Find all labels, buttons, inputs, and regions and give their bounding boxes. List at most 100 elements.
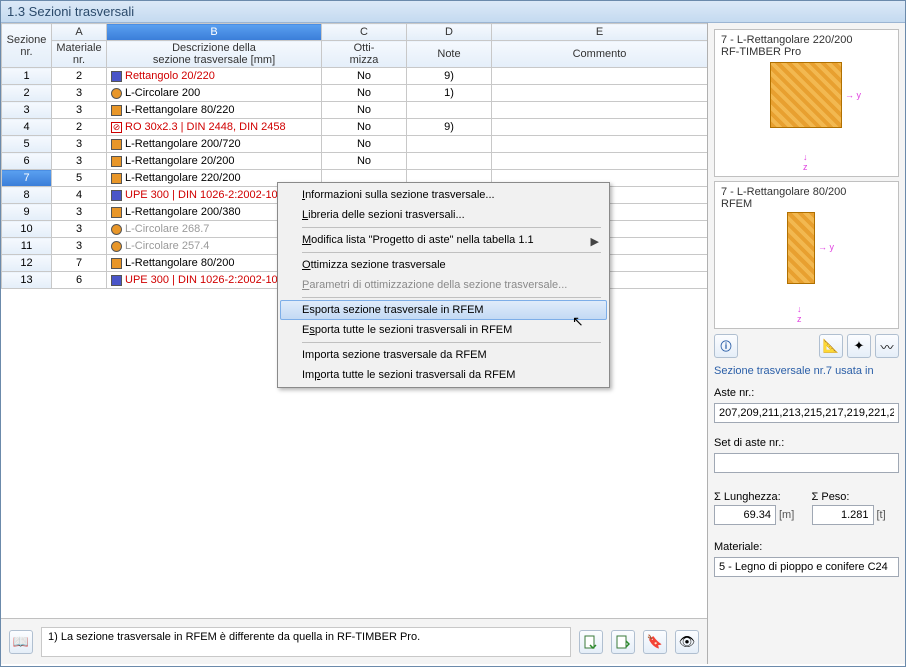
material-label: Materiale: — [714, 541, 899, 553]
cell-note[interactable] — [407, 153, 492, 170]
cell-comment[interactable] — [492, 102, 708, 119]
row-number[interactable]: 3 — [2, 102, 52, 119]
export-all-icon[interactable] — [611, 630, 635, 654]
table-row[interactable]: 23L-Circolare 200No1) — [2, 85, 708, 102]
cell-comment[interactable] — [492, 68, 708, 85]
cell-optimize[interactable]: No — [322, 119, 407, 136]
cell-comment[interactable] — [492, 119, 708, 136]
cell-material[interactable]: 2 — [52, 119, 107, 136]
cell-description[interactable]: Rettangolo 20/220 — [107, 68, 322, 85]
filter-icon[interactable]: 🔖 — [643, 630, 667, 654]
row-number[interactable]: 6 — [2, 153, 52, 170]
context-menu-item[interactable]: Esporta sezione trasversale in RFEM — [280, 300, 607, 320]
context-menu-item[interactable]: Importa tutte le sezioni trasversali da … — [280, 365, 607, 385]
cell-description[interactable]: ⊘RO 30x2.3 | DIN 2448, DIN 2458 — [107, 119, 322, 136]
cell-description[interactable]: L-Rettangolare 20/200 — [107, 153, 322, 170]
table-row[interactable]: 12Rettangolo 20/220No9) — [2, 68, 708, 85]
cell-optimize[interactable]: No — [322, 136, 407, 153]
col-header-e[interactable]: Commento — [492, 41, 708, 68]
cell-material[interactable]: 3 — [52, 204, 107, 221]
context-menu-item[interactable]: Ottimizza sezione trasversale — [280, 255, 607, 275]
tool-icon-1[interactable]: 📐 — [819, 334, 843, 358]
row-number[interactable]: 5 — [2, 136, 52, 153]
material-field[interactable] — [714, 557, 899, 577]
set-field[interactable] — [714, 453, 899, 473]
cell-material[interactable]: 3 — [52, 136, 107, 153]
context-menu-item[interactable]: Modifica lista "Progetto di aste" nella … — [280, 230, 607, 250]
cell-note[interactable] — [407, 102, 492, 119]
tool-icon-3[interactable]: 〰 — [875, 334, 899, 358]
cell-optimize[interactable]: No — [322, 85, 407, 102]
cell-description[interactable]: L-Circolare 200 — [107, 85, 322, 102]
context-menu-item[interactable]: Esporta tutte le sezioni trasversali in … — [280, 320, 607, 340]
length-field — [714, 505, 776, 525]
tool-icon-2[interactable]: ✦ — [847, 334, 871, 358]
cell-comment[interactable] — [492, 153, 708, 170]
cell-description[interactable]: L-Rettangolare 80/220 — [107, 102, 322, 119]
col-header-d[interactable]: Note — [407, 41, 492, 68]
footer-note: 1) La sezione trasversale in RFEM è diff… — [41, 627, 571, 657]
cell-material[interactable]: 3 — [52, 102, 107, 119]
row-number[interactable]: 13 — [2, 272, 52, 289]
context-menu-item[interactable]: Informazioni sulla sezione trasversale..… — [280, 185, 607, 205]
length-unit: [m] — [779, 509, 794, 521]
context-menu[interactable]: Informazioni sulla sezione trasversale..… — [277, 182, 610, 388]
table-row[interactable]: 33L-Rettangolare 80/220No — [2, 102, 708, 119]
weight-label: Σ Peso: — [812, 491, 900, 503]
cell-description[interactable]: L-Rettangolare 200/720 — [107, 136, 322, 153]
row-number[interactable]: 11 — [2, 238, 52, 255]
table-row[interactable]: 42⊘RO 30x2.3 | DIN 2448, DIN 2458No9) — [2, 119, 708, 136]
col-letter-e[interactable]: E — [492, 24, 708, 41]
row-number[interactable]: 12 — [2, 255, 52, 272]
cell-optimize[interactable]: No — [322, 153, 407, 170]
cell-material[interactable]: 6 — [52, 272, 107, 289]
info-icon[interactable]: ⓘ — [714, 334, 738, 358]
cell-material[interactable]: 3 — [52, 85, 107, 102]
row-number[interactable]: 9 — [2, 204, 52, 221]
cell-note[interactable] — [407, 136, 492, 153]
cell-note[interactable]: 9) — [407, 68, 492, 85]
color-swatch — [111, 241, 122, 252]
cell-comment[interactable] — [492, 85, 708, 102]
col-header-a[interactable]: Materiale nr. — [52, 41, 107, 68]
row-number[interactable]: 10 — [2, 221, 52, 238]
context-menu-item[interactable]: Libreria delle sezioni trasversali... — [280, 205, 607, 225]
cell-comment[interactable] — [492, 136, 708, 153]
weight-field — [812, 505, 874, 525]
color-swatch — [111, 275, 122, 286]
col-header-rownum[interactable]: Sezione nr. — [2, 24, 52, 68]
row-number[interactable]: 7 — [2, 170, 52, 187]
color-swatch — [111, 88, 122, 99]
row-number[interactable]: 2 — [2, 85, 52, 102]
col-letter-b[interactable]: B — [107, 24, 322, 41]
row-number[interactable]: 1 — [2, 68, 52, 85]
book-icon[interactable]: 📖 — [9, 630, 33, 654]
cell-material[interactable]: 3 — [52, 238, 107, 255]
cell-material[interactable]: 3 — [52, 153, 107, 170]
col-letter-a[interactable]: A — [52, 24, 107, 41]
aste-field[interactable] — [714, 403, 899, 423]
cell-material[interactable]: 5 — [52, 170, 107, 187]
export-sheet-icon[interactable] — [579, 630, 603, 654]
col-letter-c[interactable]: C — [322, 24, 407, 41]
row-number[interactable]: 8 — [2, 187, 52, 204]
cell-material[interactable]: 7 — [52, 255, 107, 272]
cell-note[interactable]: 1) — [407, 85, 492, 102]
row-number[interactable]: 4 — [2, 119, 52, 136]
table-row[interactable]: 53L-Rettangolare 200/720No — [2, 136, 708, 153]
cell-optimize[interactable]: No — [322, 102, 407, 119]
preview-top-title: 7 - L-Rettangolare 220/200 — [721, 34, 892, 46]
eye-icon[interactable]: 👁 — [675, 630, 699, 654]
cell-material[interactable]: 2 — [52, 68, 107, 85]
col-letter-d[interactable]: D — [407, 24, 492, 41]
cell-note[interactable]: 9) — [407, 119, 492, 136]
preview-bottom-title: 7 - L-Rettangolare 80/200 — [721, 186, 892, 198]
table-row[interactable]: 63L-Rettangolare 20/200No — [2, 153, 708, 170]
cell-material[interactable]: 4 — [52, 187, 107, 204]
context-menu-item[interactable]: Importa sezione trasversale da RFEM — [280, 345, 607, 365]
col-header-b[interactable]: Descrizione della sezione trasversale [m… — [107, 41, 322, 68]
col-header-c[interactable]: Otti- mizza — [322, 41, 407, 68]
cell-material[interactable]: 3 — [52, 221, 107, 238]
color-swatch — [111, 105, 122, 116]
cell-optimize[interactable]: No — [322, 68, 407, 85]
